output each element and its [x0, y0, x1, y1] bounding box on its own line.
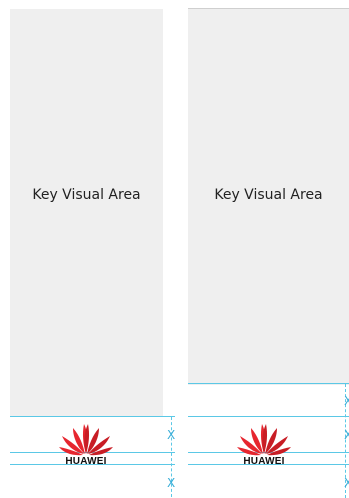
- key-visual-area-right: Key Visual Area: [188, 8, 349, 385]
- huawei-petals-icon: [59, 424, 113, 456]
- key-visual-label-left: Key Visual Area: [32, 187, 141, 203]
- huawei-logo-left: HUAWEI: [56, 418, 116, 467]
- huawei-petals-icon: [237, 424, 291, 456]
- spacing-marker: X: [167, 476, 176, 490]
- guide-line: [10, 416, 175, 417]
- guide-line: [188, 416, 349, 417]
- huawei-logo-right: HUAWEI: [234, 418, 294, 467]
- huawei-wordmark: HUAWEI: [243, 456, 285, 467]
- spacing-marker: X: [344, 394, 349, 408]
- key-visual-label-right: Key Visual Area: [214, 187, 323, 203]
- guide-line: [188, 383, 349, 384]
- spacing-marker: X: [344, 476, 349, 490]
- key-visual-area-left: Key Visual Area: [10, 9, 163, 417]
- spacing-marker: X: [167, 428, 176, 442]
- huawei-wordmark: HUAWEI: [65, 456, 107, 467]
- spacing-marker: X: [344, 428, 349, 442]
